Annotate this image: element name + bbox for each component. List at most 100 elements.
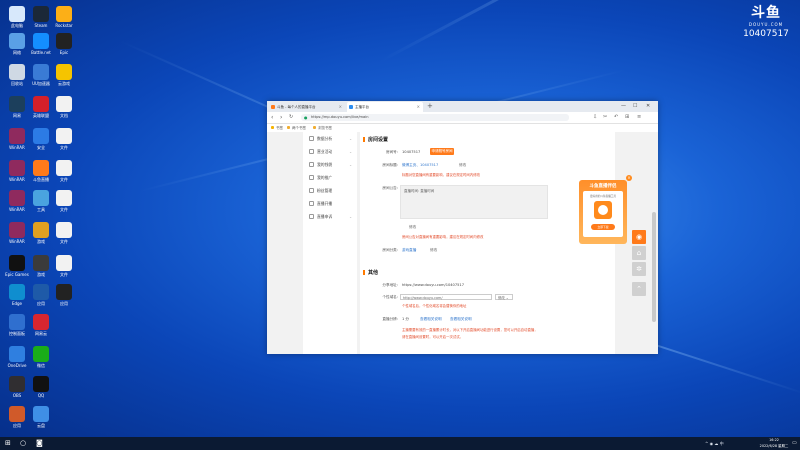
app-icon [33,190,49,206]
system-tray-icons[interactable]: ^ ◉ ☁ 中 [705,437,724,450]
sidebar-item-promotion[interactable]: 我的推广 [309,174,355,182]
desktop-shortcut[interactable]: 云游戏 [50,64,78,86]
live-companion-icon[interactable]: ◉ [632,230,646,244]
app-icon [33,96,49,112]
announcement-text: 直播时间: 直播时间 [404,189,435,193]
tab-streamer-platform[interactable]: 主播平台 × [347,102,423,112]
home-icon[interactable]: ⌂ [632,246,646,260]
app-icon [33,346,49,362]
bookmark-item[interactable]: 两个书签 [287,124,306,132]
chevron-down-icon: ⌄ [349,215,352,219]
menu-icon[interactable]: ≡ [637,113,641,122]
category-link[interactable]: 游戏直播 [402,248,416,253]
forward-icon[interactable]: › [280,112,282,123]
desktop-shortcut-label: 文件 [60,177,68,182]
app-icon [9,96,25,112]
bookmark-item[interactable]: 浏览书签 [313,124,332,132]
sidebar-item-activities[interactable]: 营业活动 ⌄ [309,148,355,156]
maximize-icon[interactable]: ☐ [633,101,637,112]
back-to-top-icon[interactable]: ⌃ [632,282,646,296]
desktop-shortcut-label: 微信 [37,363,45,368]
desktop-shortcut[interactable]: 云盘 [27,406,55,428]
promo-download-button[interactable]: 立即下载 [591,224,615,230]
sidebar-item-data-analysis[interactable]: 数据分析 ⌄ [309,135,355,143]
desktop-shortcut[interactable]: 文件 [50,222,78,244]
close-tab-icon[interactable]: × [417,102,420,112]
promo-close-icon[interactable]: × [626,175,632,181]
douyu-logo-sub: DOUYU.COM [748,22,784,27]
room-title-link[interactable]: 微博主页、10407517 [402,163,438,168]
sidebar-item-live[interactable]: 直播开播 [309,200,355,208]
app-icon [56,6,72,22]
close-window-icon[interactable]: ✕ [646,101,650,112]
refresh-icon[interactable]: ↻ [289,112,293,123]
desktop-shortcut[interactable]: QQ [27,376,55,398]
announcement-edit-link[interactable]: 修改 [409,225,416,230]
main-panel: 房间设置 房间号: 10407517 申请靓号房间 房间标题: 微博主页、104… [360,132,615,354]
chevron-down-icon: ⌄ [349,137,352,141]
settings-icon[interactable]: ✲ [632,262,646,276]
app-icon [56,64,72,80]
desktop-shortcut-label: 应用 [60,301,68,306]
close-tab-icon[interactable]: × [339,102,342,112]
bookmark-item[interactable]: 书签 [271,124,283,132]
desktop-shortcut[interactable]: 文档 [50,96,78,118]
category-label: 房间分类: [382,248,398,252]
douyu-logo: 斗鱼 [751,5,781,21]
app-icon [9,128,25,144]
category-edit-link[interactable]: 修改 [430,248,437,253]
browser-window: 斗鱼 - 每个人的直播平台 × 主播平台 × + — ☐ ✕ ‹ › ↻ ● h… [267,101,658,354]
back-icon[interactable]: ‹ [271,112,273,123]
section-title-other: 其他 [362,270,379,276]
room-number-label: 房间号: [386,150,398,154]
desktop-shortcut[interactable]: 网易云 [27,314,55,336]
app-icon [9,33,25,49]
desktop-shortcut-label: Rockstar [55,23,73,28]
desktop-shortcut[interactable]: 文件 [50,255,78,277]
apply-vanity-number-button[interactable]: 申请靓号房间 [430,148,454,155]
sidebar-item-wallet[interactable]: 我的钱袋 ⌄ [309,161,355,169]
undo-icon[interactable]: ↶ [614,113,618,122]
mode-value: 1 分 [402,317,410,321]
platform-favicon-icon [349,105,353,109]
mode-help-link-2[interactable]: 查看相关说明 [450,317,472,322]
room-title-edit-link[interactable]: 修改 [459,163,466,168]
sidebar-item-appeal[interactable]: 直播申诉 ⌄ [309,213,355,221]
desktop-shortcut[interactable]: 应用 [50,284,78,306]
room-title-label: 房间标题: [382,163,398,167]
live-companion-promo[interactable]: 斗鱼直播伴侣 更好用的斗鱼直播工具 立即下载 × [579,175,632,244]
desktop-shortcut[interactable]: Epic [50,33,78,55]
tab-douyu-home[interactable]: 斗鱼 - 每个人的直播平台 × [269,102,345,112]
douyu-favicon-icon [271,105,275,109]
notification-icon[interactable]: ▭ [792,437,797,450]
app-icon [33,284,49,300]
scissors-icon[interactable]: ✂ [603,113,607,122]
announcement-textarea[interactable]: 直播时间: 直播时间 [400,185,548,219]
desktop-shortcut[interactable]: 文件 [50,128,78,150]
sidebar-item-fans[interactable]: 粉丝管理 [309,187,355,195]
minimize-icon[interactable]: — [621,101,626,112]
taskbar: ⊞ ○ ◙ ^ ◉ ☁ 中 16:22 2022/6/28 星期二 ▭ [0,437,800,450]
browser-taskbar-icon[interactable]: ◙ [36,437,43,450]
app-icon [9,376,25,392]
app-icon [9,255,25,271]
vertical-scrollbar[interactable] [652,212,656,322]
app-icon [9,314,25,330]
custom-url-select[interactable]: 修改 ⌄ [495,294,513,300]
app-icon [9,284,25,300]
mode-help-link[interactable]: 查看相关说明 [420,317,442,322]
desktop-shortcut[interactable]: 文件 [50,160,78,182]
desktop-shortcut[interactable]: 文件 [50,190,78,212]
app-icon [56,160,72,176]
desktop-shortcut[interactable]: Rockstar [50,6,78,28]
url-input[interactable]: ● https://mp.douyu.com/live/main [301,114,569,121]
download-icon[interactable]: ⇩ [593,113,597,122]
custom-url-input[interactable]: http://www.douyu.com/ [400,294,492,300]
search-icon[interactable]: ○ [20,437,26,450]
folder-icon [313,126,316,129]
start-button-icon[interactable]: ⊞ [5,437,11,450]
new-tab-button[interactable]: + [427,101,433,112]
desktop-shortcut[interactable]: 微信 [27,346,55,368]
grid-icon[interactable]: ⊞ [625,113,629,122]
taskbar-clock[interactable]: 16:22 2022/6/28 星期二 [759,438,789,449]
